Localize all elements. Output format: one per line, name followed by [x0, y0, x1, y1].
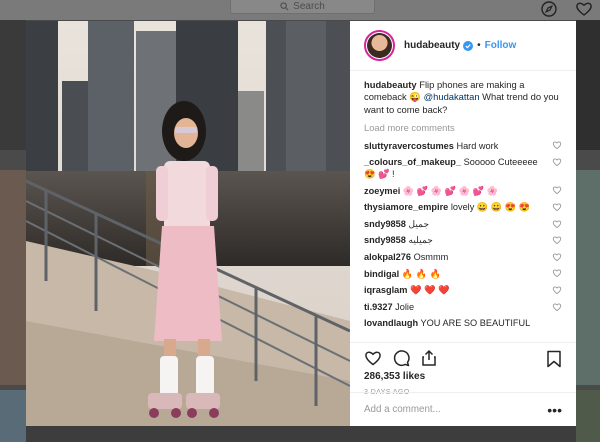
comment-row: zoeymei 🌸 💕 🌸 💕 🌸 💕 🌸	[364, 182, 562, 199]
comment-username[interactable]: bindigal	[364, 269, 399, 279]
compass-icon[interactable]	[540, 0, 558, 18]
comment-username[interactable]: thysiamore_empire	[364, 202, 448, 212]
comment-text: Hard work	[456, 140, 499, 151]
comments-list[interactable]: hudabeauty Flip phones are making a come…	[350, 71, 576, 342]
like-icon[interactable]	[364, 349, 382, 367]
post-photo[interactable]	[26, 21, 350, 426]
avatar[interactable]	[364, 30, 395, 61]
post-username[interactable]: hudabeauty	[404, 40, 460, 51]
like-small-icon[interactable]	[552, 202, 562, 212]
comment-row: lovandlaugh YOU ARE SO BEAUTIFUL	[364, 315, 562, 332]
background-search-box[interactable]: Search	[230, 0, 375, 14]
header-separator: •	[477, 40, 481, 51]
likes-count[interactable]: 286,353 likes	[364, 371, 562, 382]
comment-username[interactable]: lovandlaugh	[364, 318, 418, 328]
like-small-icon[interactable]	[552, 268, 562, 278]
comment-username[interactable]: _colours_of_makeup_	[364, 157, 461, 167]
comment-row: bindigal 🔥 🔥 🔥	[364, 265, 562, 282]
comment-text: 🌸 💕 🌸 💕 🌸 💕 🌸	[402, 185, 499, 196]
comment-row: sluttyravercostumes Hard work	[364, 137, 562, 154]
comment-text: lovely 😀 😀 😍 😍	[450, 202, 531, 213]
comment-text: Jolie	[395, 301, 415, 312]
comment-username[interactable]: sndy9858	[364, 219, 406, 229]
like-small-icon[interactable]	[552, 157, 562, 167]
like-small-icon[interactable]	[552, 185, 562, 195]
more-options-button[interactable]: •••	[547, 402, 562, 418]
comment-row: thysiamore_empire lovely 😀 😀 😍 😍	[364, 199, 562, 216]
comment-text: جمیلیه	[408, 235, 433, 246]
comment-username[interactable]: iqrasglam	[364, 285, 407, 295]
bookmark-icon[interactable]	[546, 350, 562, 368]
comment-row: ti.9327 Jolie	[364, 299, 562, 316]
like-small-icon[interactable]	[552, 235, 562, 245]
post-image-illustration	[26, 21, 350, 426]
comment-row: sndy9858 جمیل	[364, 216, 562, 233]
post-header: hudabeauty • Follow	[350, 21, 576, 71]
comment-row: sndy9858 جمیلیه	[364, 232, 562, 249]
like-small-icon[interactable]	[552, 285, 562, 295]
share-icon[interactable]	[420, 349, 438, 367]
comment-text: جمیل	[408, 218, 430, 229]
like-small-icon[interactable]	[552, 140, 562, 150]
heart-icon[interactable]	[575, 0, 593, 18]
comment-username[interactable]: sluttyravercostumes	[364, 141, 454, 151]
search-icon	[280, 2, 289, 11]
post-modal: hudabeauty • Follow hudabeauty Flip phon…	[26, 21, 576, 426]
post-actions: 286,353 likes 3 DAYS AGO Add a comment..…	[350, 342, 576, 426]
comment-text: Osmmm	[413, 252, 449, 263]
post-side-panel: hudabeauty • Follow hudabeauty Flip phon…	[350, 21, 576, 426]
comment-username[interactable]: ti.9327	[364, 302, 393, 312]
caption-mention[interactable]: @hudakattan	[424, 91, 480, 102]
comment-username[interactable]: zoeymei	[364, 186, 400, 196]
search-placeholder: Search	[293, 1, 325, 12]
add-comment-bar: Add a comment... •••	[350, 392, 576, 426]
comment-row: alokpal276 Osmmm	[364, 249, 562, 266]
like-small-icon[interactable]	[552, 219, 562, 229]
verified-icon	[463, 40, 474, 51]
like-small-icon[interactable]	[552, 302, 562, 312]
follow-button[interactable]: Follow	[485, 40, 517, 51]
comment-icon[interactable]	[392, 349, 410, 367]
comment-username[interactable]: alokpal276	[364, 252, 411, 262]
comment-username[interactable]: sndy9858	[364, 235, 406, 245]
add-comment-input[interactable]: Add a comment...	[364, 404, 547, 415]
load-more-comments-link[interactable]: Load more comments	[364, 122, 562, 133]
comment-text: YOU ARE SO BEAUTIFUL	[420, 318, 531, 329]
comment-text: 🔥 🔥 🔥	[401, 268, 442, 279]
like-small-icon[interactable]	[552, 252, 562, 262]
post-caption: hudabeauty Flip phones are making a come…	[364, 79, 562, 116]
caption-username[interactable]: hudabeauty	[364, 79, 417, 90]
comment-row: iqrasglam ❤️ ❤️ ❤️	[364, 282, 562, 299]
comment-text: ❤️ ❤️ ❤️	[409, 285, 450, 296]
comment-row: _colours_of_makeup_ Sooooo Cuteeeee😍 💕 !	[364, 154, 562, 183]
